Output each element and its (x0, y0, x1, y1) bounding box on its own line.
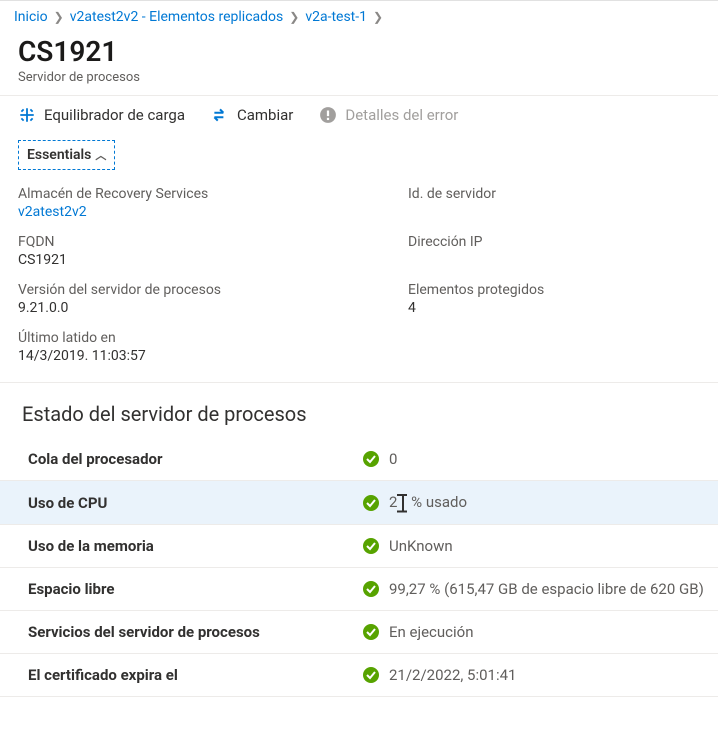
breadcrumb-item-vault[interactable]: v2atest2v2 - Elementos replicados (70, 9, 284, 25)
field-value: CS1921 (18, 252, 398, 268)
ok-icon (363, 581, 379, 597)
status-label: El certificado expira el (0, 654, 335, 697)
switch-button[interactable]: Cambiar (211, 106, 293, 124)
status-value-cell: 21/2/2022, 5:01:41 (363, 666, 708, 684)
field-label: Versión del servidor de procesos (18, 282, 398, 298)
status-value: UnKnown (389, 537, 453, 555)
status-value-cell: 99,27 % (615,47 GB de espacio libre de 6… (363, 580, 708, 598)
field-label: FQDN (18, 234, 398, 250)
ok-icon (363, 495, 379, 511)
table-row: Servicios del servidor de procesos En ej… (0, 611, 718, 654)
breadcrumb: Inicio ❯ v2atest2v2 - Elementos replicad… (0, 0, 718, 29)
field-value: 9.21.0.0 (18, 300, 398, 316)
field-fqdn: FQDN CS1921 (18, 234, 398, 268)
toolbar: Equilibrador de carga Cambiar Detalles d… (0, 95, 718, 134)
load-balancer-icon (18, 106, 36, 124)
field-label: Último latido en (18, 330, 398, 346)
ok-icon (363, 538, 379, 554)
table-row: Uso de la memoria UnKnown (0, 525, 718, 568)
field-ps-version: Versión del servidor de procesos 9.21.0.… (18, 282, 398, 316)
error-details-button: Detalles del error (319, 106, 458, 124)
status-label: Espacio libre (0, 568, 335, 611)
text-cursor-icon (395, 494, 409, 512)
page-title: CS1921 (18, 35, 700, 68)
status-label: Servicios del servidor de procesos (0, 611, 335, 654)
status-value: 99,27 % (615,47 GB de espacio libre de 6… (389, 580, 704, 598)
recovery-vault-link[interactable]: v2atest2v2 (18, 204, 398, 220)
page-header: CS1921 Servidor de procesos (0, 29, 718, 95)
ok-icon (363, 624, 379, 640)
error-icon (319, 106, 337, 124)
field-value: 4 (408, 300, 700, 316)
ok-icon (363, 451, 379, 467)
field-label: Almacén de Recovery Services (18, 186, 398, 202)
status-value: 0 (389, 450, 397, 468)
essentials-panel: Almacén de Recovery Services v2atest2v2 … (0, 170, 718, 378)
chevron-up-icon: ︿ (95, 147, 106, 163)
status-label: Uso de CPU (0, 481, 335, 525)
breadcrumb-item-home[interactable]: Inicio (14, 9, 48, 25)
field-protected-items: Elementos protegidos 4 (408, 282, 700, 316)
page-subtitle: Servidor de procesos (18, 70, 700, 85)
field-ip: Dirección IP (408, 234, 700, 268)
table-row: Uso de CPU 2 % usado (0, 481, 718, 525)
field-recovery-vault: Almacén de Recovery Services v2atest2v2 (18, 186, 398, 220)
status-label: Uso de la memoria (0, 525, 335, 568)
status-table: Cola del procesador 0 Uso de CPU 2 % usa… (0, 438, 718, 697)
field-last-heartbeat: Último latido en 14/3/2019. 11:03:57 (18, 330, 398, 364)
field-server-id: Id. de servidor (408, 186, 700, 220)
chevron-right-icon: ❯ (54, 10, 64, 24)
chevron-right-icon: ❯ (289, 10, 299, 24)
essentials-toggle[interactable]: Essentials ︿ (18, 140, 115, 170)
divider (0, 382, 718, 392)
status-value-cell: En ejecución (363, 623, 708, 641)
status-value: 21/2/2022, 5:01:41 (389, 666, 516, 684)
table-row: Espacio libre 99,27 % (615,47 GB de espa… (0, 568, 718, 611)
error-details-label: Detalles del error (345, 106, 458, 124)
status-value-cell: UnKnown (363, 537, 708, 555)
table-row: El certificado expira el 21/2/2022, 5:01… (0, 654, 718, 697)
status-value: 2 % usado (389, 493, 467, 512)
load-balancer-button[interactable]: Equilibrador de carga (18, 106, 185, 124)
chevron-right-icon: ❯ (373, 10, 383, 24)
status-value-cell: 2 % usado (363, 493, 708, 512)
status-heading: Estado del servidor de procesos (0, 392, 718, 438)
load-balancer-label: Equilibrador de carga (44, 106, 185, 124)
switch-icon (211, 106, 229, 124)
field-value: 14/3/2019. 11:03:57 (18, 348, 398, 364)
field-label: Elementos protegidos (408, 282, 700, 298)
status-value-cell: 0 (363, 450, 708, 468)
field-label: Dirección IP (408, 234, 700, 250)
switch-label: Cambiar (237, 106, 293, 124)
status-value: En ejecución (389, 623, 474, 641)
field-label: Id. de servidor (408, 186, 700, 202)
ok-icon (363, 667, 379, 683)
breadcrumb-item-test[interactable]: v2a-test-1 (305, 9, 367, 25)
essentials-toggle-label: Essentials (27, 147, 91, 163)
table-row: Cola del procesador 0 (0, 438, 718, 481)
status-label: Cola del procesador (0, 438, 335, 481)
